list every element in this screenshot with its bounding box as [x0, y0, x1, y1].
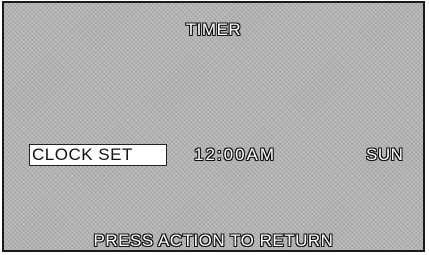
footer-instruction: PRESS ACTION TO RETURN	[93, 231, 334, 250]
screen-title: TIMER	[185, 20, 242, 39]
clock-set-label: CLOCK SET	[32, 145, 133, 164]
timer-screen: TIMER CLOCK SET 12:00AM SUN PRESS ACTION…	[2, 1, 425, 252]
clock-day-value[interactable]: SUN	[366, 145, 403, 165]
clock-set-row: CLOCK SET 12:00AM SUN	[4, 143, 423, 167]
clock-time-value[interactable]: 12:00AM	[194, 145, 276, 165]
clock-set-menu-item[interactable]: CLOCK SET	[29, 144, 167, 166]
